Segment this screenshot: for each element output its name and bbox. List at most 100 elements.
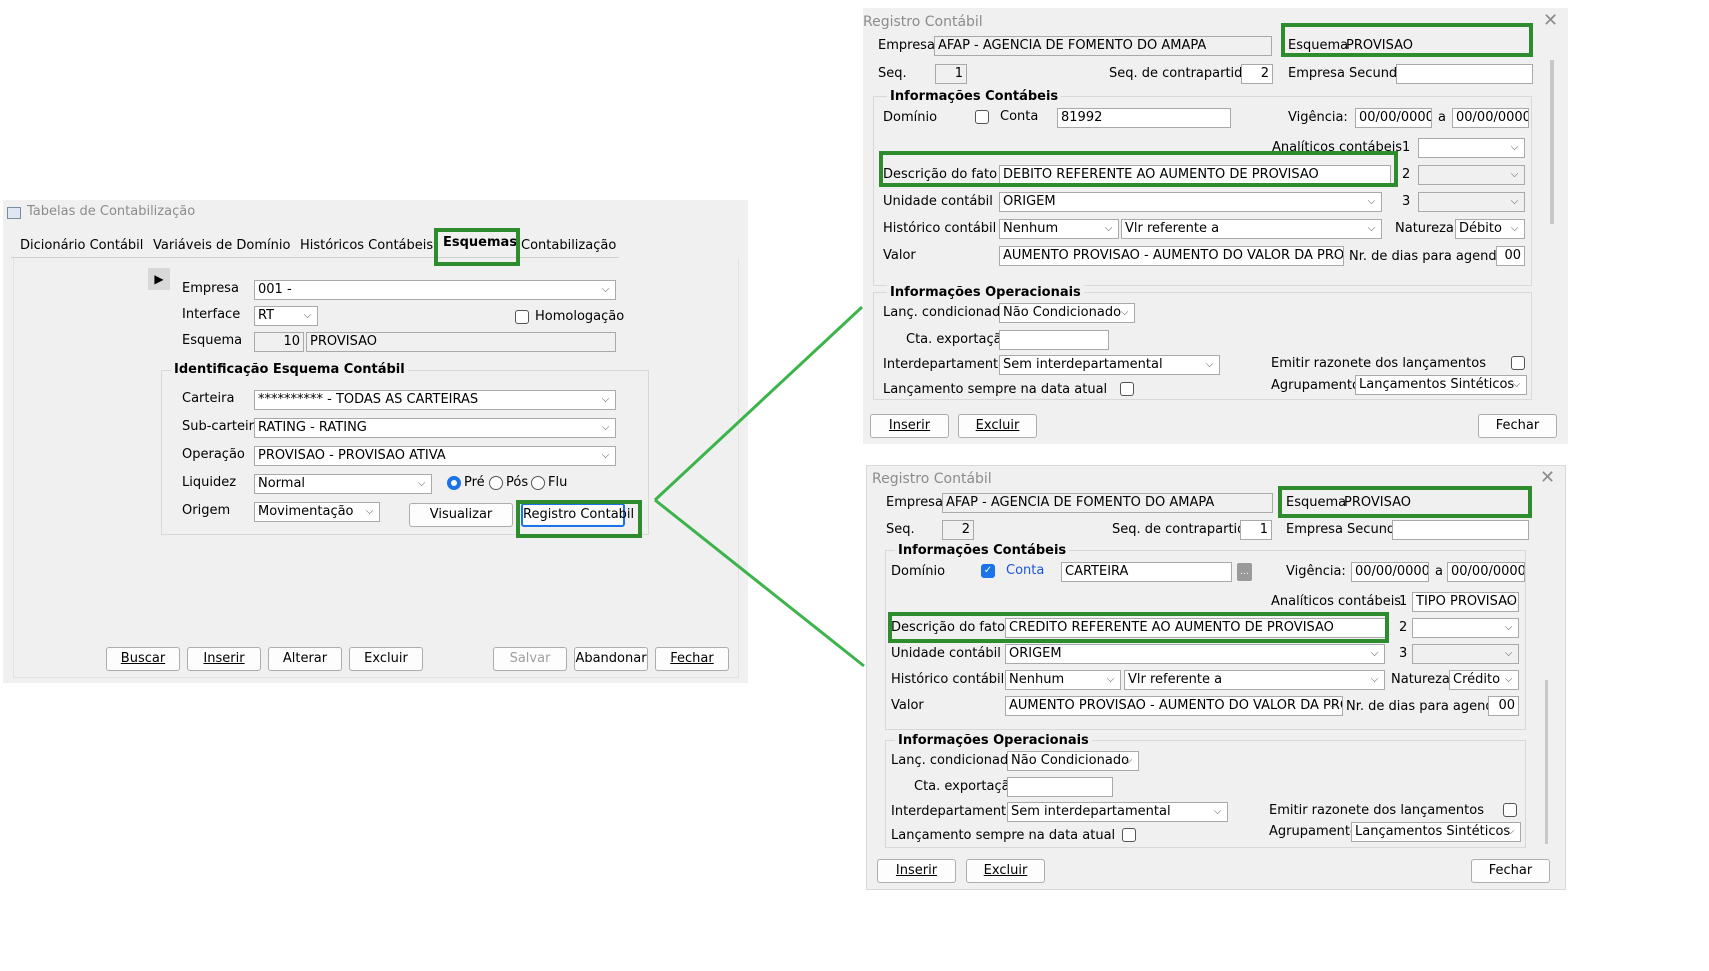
unidade-select[interactable]: ORIGEM ⌵ bbox=[999, 192, 1382, 212]
registro-window-1: Registro Contábil ✕ Empresa AFAP - AGENC… bbox=[863, 8, 1568, 444]
empresa-secund-field[interactable] bbox=[1396, 64, 1533, 84]
lanc-data-checkbox[interactable] bbox=[1122, 828, 1136, 842]
vigencia-from-field[interactable]: 00/00/0000 bbox=[1355, 108, 1432, 128]
cta-exportacao-field[interactable] bbox=[1007, 777, 1113, 797]
empresa-secund-field[interactable] bbox=[1392, 520, 1529, 540]
analitico-1-select[interactable]: ⌵ bbox=[1418, 138, 1525, 158]
unidade-label: Unidade contábil bbox=[891, 646, 1001, 661]
scrollbar[interactable] bbox=[1550, 60, 1554, 224]
scrollbar[interactable] bbox=[1545, 680, 1548, 844]
vigencia-a-label: a bbox=[1438, 110, 1446, 125]
chevron-down-icon: ⌵ bbox=[1367, 196, 1376, 207]
esquema-label: Esquema bbox=[1288, 38, 1349, 53]
vlr-referente-value: Vlr referente a bbox=[1128, 672, 1223, 687]
conta-field[interactable]: 81992 bbox=[1057, 108, 1231, 128]
inserir-button[interactable]: Inserir bbox=[870, 414, 949, 438]
lanc-data-checkbox[interactable] bbox=[1120, 382, 1134, 396]
vlr-referente-value: Vlr referente a bbox=[1125, 221, 1220, 236]
chevron-down-icon: ⌵ bbox=[1205, 359, 1214, 370]
agrupamento-select[interactable]: Lançamentos Sintéticos ⌵ bbox=[1355, 375, 1527, 395]
analitico-1-select[interactable]: TIPO PROVISAO ⌵ bbox=[1412, 592, 1519, 612]
vigencia-to-value: 00/00/0000 bbox=[1451, 564, 1525, 579]
fechar-button[interactable]: Fechar bbox=[1478, 414, 1557, 438]
agrupamento-label: Agrupamento bbox=[1271, 378, 1360, 393]
connector-line-top bbox=[653, 305, 864, 502]
empresa-secund-label: Empresa Secund. bbox=[1286, 522, 1400, 537]
unidade-label: Unidade contábil bbox=[883, 194, 993, 209]
valor-select[interactable]: AUMENTO PROVISAO - AUMENTO DO VALOR DA P… bbox=[1005, 696, 1343, 716]
unidade-select[interactable]: ORIGEM ⌵ bbox=[1005, 644, 1385, 664]
chevron-down-icon: ⌵ bbox=[1504, 674, 1513, 685]
seq-contrapartida-field[interactable]: 1 bbox=[1240, 520, 1272, 540]
analitico-2-select[interactable]: ⌵ bbox=[1412, 618, 1519, 638]
conta-checkbox[interactable]: ✓ bbox=[981, 564, 995, 578]
interdep-label: Interdepartamental bbox=[891, 804, 1018, 819]
lanc-cond-select[interactable]: Não Condicionado ⌵ bbox=[999, 303, 1135, 323]
interdep-select[interactable]: Sem interdepartamental ⌵ bbox=[1007, 802, 1228, 822]
analiticos-label: Analíticos contábeis bbox=[1272, 140, 1403, 155]
inserir-button[interactable]: Inserir bbox=[877, 859, 956, 883]
vlr-referente-select[interactable]: Vlr referente a ⌵ bbox=[1124, 670, 1385, 690]
conta-label[interactable]: Conta bbox=[1006, 563, 1044, 579]
nr-dias-field[interactable]: 00 bbox=[1488, 696, 1519, 716]
conta-field[interactable]: CARTEIRA bbox=[1061, 562, 1232, 582]
empresa-secund-label: Empresa Secund. bbox=[1288, 66, 1402, 81]
historico-select[interactable]: Nenhum ⌵ bbox=[1005, 670, 1121, 690]
vlr-referente-select[interactable]: Vlr referente a ⌵ bbox=[1121, 219, 1382, 239]
analitico-2-select[interactable]: ⌵ bbox=[1418, 165, 1525, 185]
registro-title: Registro Contábil bbox=[863, 14, 983, 30]
close-icon[interactable]: ✕ bbox=[1543, 12, 1558, 30]
fechar-button[interactable]: Fechar bbox=[1471, 859, 1550, 883]
chevron-down-icon: ⌵ bbox=[1120, 307, 1129, 318]
lanc-cond-value: Não Condicionado bbox=[1011, 753, 1130, 768]
esquema-value: PROVISAO bbox=[1344, 495, 1411, 510]
unidade-value: ORIGEM bbox=[1003, 194, 1056, 209]
emitir-razonete-label: Emitir razonete dos lançamentos bbox=[1271, 356, 1486, 371]
analitico-3-select[interactable]: ⌵ bbox=[1418, 192, 1525, 212]
agrupamento-label: Agrupamento bbox=[1269, 824, 1358, 839]
agrupamento-select[interactable]: Lançamentos Sintéticos ⌵ bbox=[1351, 822, 1521, 842]
connector-line-bottom bbox=[654, 498, 865, 668]
historico-select[interactable]: Nenhum ⌵ bbox=[999, 219, 1119, 239]
chevron-down-icon: ⌵ bbox=[1510, 142, 1519, 153]
historico-label: Histórico contábil bbox=[891, 672, 1005, 687]
nr-dias-field[interactable]: 00 bbox=[1496, 246, 1525, 266]
natureza-value: Crédito bbox=[1453, 672, 1501, 687]
analitico-3-select[interactable]: ⌵ bbox=[1412, 644, 1519, 664]
info-contabeis-title: Informações Contábeis bbox=[895, 543, 1070, 559]
dominio-label: Domínio bbox=[883, 110, 938, 125]
cta-exportacao-field[interactable] bbox=[999, 330, 1109, 350]
natureza-select[interactable]: Crédito ⌵ bbox=[1449, 670, 1519, 690]
vigencia-to-field[interactable]: 00/00/0000 bbox=[1447, 562, 1525, 582]
lanc-cond-select[interactable]: Não Condicionado ⌵ bbox=[1007, 751, 1139, 771]
conta-checkbox[interactable] bbox=[975, 110, 989, 124]
descricao-field[interactable]: CREDITO REFERENTE AO AUMENTO DE PROVISAO bbox=[1005, 618, 1387, 638]
valor-select[interactable]: AUMENTO PROVISAO - AUMENTO DO VALOR DA P… bbox=[999, 246, 1344, 266]
vigencia-from-field[interactable]: 00/00/0000 bbox=[1351, 562, 1429, 582]
emitir-razonete-label: Emitir razonete dos lançamentos bbox=[1269, 803, 1484, 818]
natureza-value: Débito bbox=[1459, 221, 1502, 236]
excluir-button[interactable]: Excluir bbox=[958, 414, 1037, 438]
unidade-value: ORIGEM bbox=[1009, 646, 1062, 661]
descricao-label: Descrição do fato bbox=[883, 167, 998, 182]
nr-dias-label: Nr. de dias para agenda bbox=[1346, 699, 1502, 714]
interdep-select[interactable]: Sem interdepartamental ⌵ bbox=[999, 355, 1220, 375]
seq-contrapartida-label: Seq. de contrapartida bbox=[1112, 522, 1254, 537]
esquema-label: Esquema bbox=[1286, 495, 1347, 510]
lanc-cond-value: Não Condicionado bbox=[1003, 305, 1122, 320]
vigencia-to-field[interactable]: 00/00/0000 bbox=[1452, 108, 1529, 128]
descricao-field[interactable]: DEBITO REFERENTE AO AUMENTO DE PROVISAO bbox=[999, 165, 1391, 185]
seq-label: Seq. bbox=[886, 522, 915, 537]
emitir-razonete-checkbox[interactable] bbox=[1503, 803, 1517, 817]
conta-value: 81992 bbox=[1061, 110, 1103, 125]
chevron-down-icon: ⌵ bbox=[1512, 379, 1521, 390]
close-icon[interactable]: ✕ bbox=[1540, 469, 1555, 487]
emitir-razonete-checkbox[interactable] bbox=[1511, 356, 1525, 370]
ellipsis-button[interactable]: … bbox=[1237, 563, 1252, 581]
seq-contrapartida-field[interactable]: 2 bbox=[1241, 64, 1273, 84]
lanc-cond-label: Lanç. condicionado bbox=[891, 753, 1017, 768]
seq-label: Seq. bbox=[878, 66, 907, 81]
excluir-button[interactable]: Excluir bbox=[966, 859, 1045, 883]
empresa-field: AFAP - AGENCIA DE FOMENTO DO AMAPA bbox=[934, 36, 1272, 56]
natureza-select[interactable]: Débito ⌵ bbox=[1455, 219, 1525, 239]
